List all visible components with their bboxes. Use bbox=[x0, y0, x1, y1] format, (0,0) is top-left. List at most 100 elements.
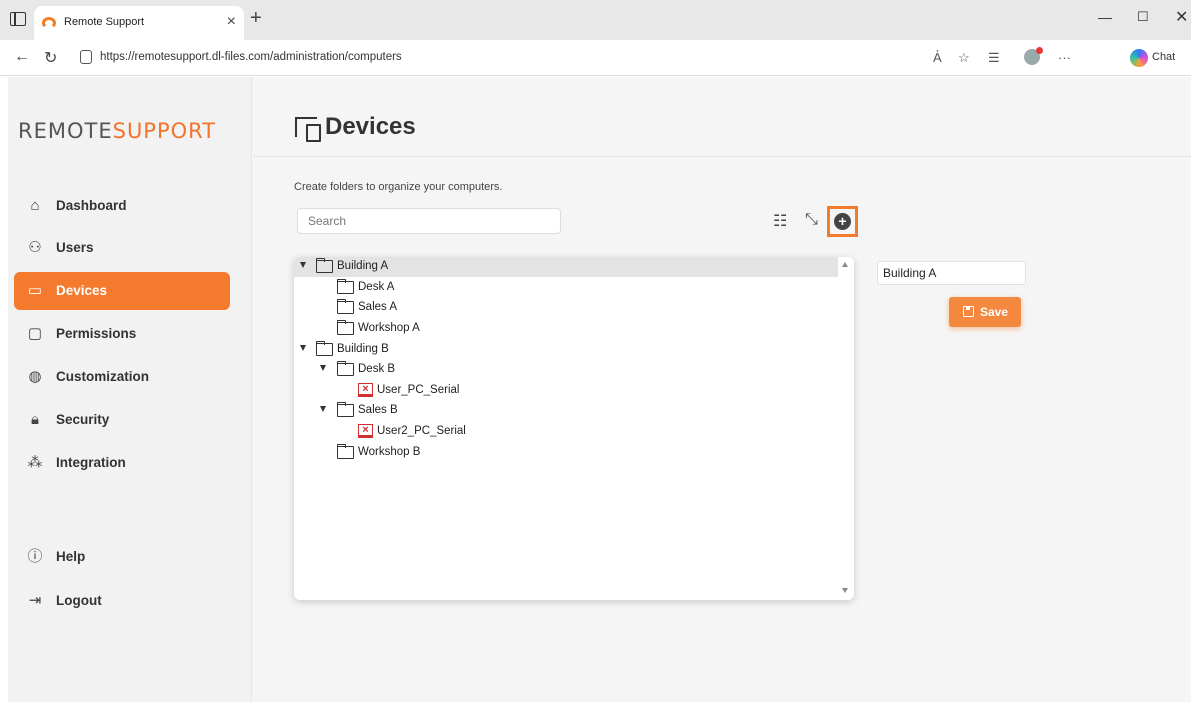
url-field[interactable]: https://remotesupport.dl-files.com/admin… bbox=[70, 46, 1070, 70]
chat-label: Chat bbox=[1152, 51, 1176, 63]
floppy-disk-icon bbox=[963, 306, 974, 317]
expand-arrow-icon[interactable] bbox=[300, 345, 306, 351]
copilot-chat-button[interactable]: Chat bbox=[1130, 48, 1191, 68]
sidebar-item-logout[interactable]: ⇥ Logout bbox=[14, 582, 230, 620]
sidebar-item-label: Help bbox=[56, 549, 86, 564]
page-title: Devices bbox=[325, 113, 416, 140]
sidebar-item-integration[interactable]: ⁂ Integration bbox=[14, 444, 230, 482]
back-icon[interactable]: ← bbox=[14, 48, 30, 66]
folder-icon bbox=[337, 401, 354, 417]
users-icon: ⚇ bbox=[28, 239, 42, 256]
tree-item[interactable]: Workshop B bbox=[294, 443, 838, 463]
page-description: Create folders to organize your computer… bbox=[294, 181, 503, 193]
sidebar-item-permissions[interactable]: ▢ Permissions bbox=[14, 315, 230, 353]
devices-icon bbox=[295, 117, 321, 142]
folder-icon bbox=[337, 319, 354, 335]
new-tab-icon[interactable]: + bbox=[250, 7, 262, 30]
copilot-icon bbox=[1130, 49, 1148, 67]
tree-item-label: Workshop B bbox=[358, 446, 421, 458]
offline-computer-icon: × bbox=[358, 424, 373, 438]
tab-close-icon[interactable]: × bbox=[227, 13, 236, 31]
page-header: Devices bbox=[253, 77, 1191, 157]
url-text: https://remotesupport.dl-files.com/admin… bbox=[100, 51, 402, 63]
save-button[interactable]: Save bbox=[949, 297, 1021, 327]
scroll-up-icon[interactable] bbox=[842, 262, 848, 267]
browser-tab[interactable]: Remote Support × bbox=[34, 6, 244, 40]
tree-item-label: User2_PC_Serial bbox=[377, 425, 466, 437]
folder-icon bbox=[337, 298, 354, 314]
favorite-star-icon[interactable]: ☆ bbox=[958, 50, 970, 66]
sidebar-item-label: Users bbox=[56, 240, 94, 255]
folder-icon bbox=[316, 257, 333, 273]
logout-icon: ⇥ bbox=[28, 592, 42, 609]
tree-item[interactable]: Workshop A bbox=[294, 319, 838, 339]
minimize-icon[interactable]: — bbox=[1098, 9, 1112, 25]
sidebar-item-dashboard[interactable]: ⌂ Dashboard bbox=[14, 187, 230, 225]
tree-item-label: Workshop A bbox=[358, 322, 420, 334]
tree-item[interactable]: Desk A bbox=[294, 278, 838, 298]
tree-item[interactable]: Sales A bbox=[294, 298, 838, 318]
browser-tab-bar: Remote Support × + — ☐ ✕ bbox=[0, 0, 1191, 40]
folder-icon bbox=[337, 360, 354, 376]
palette-icon: ◍ bbox=[28, 368, 42, 385]
sidebar-item-label: Logout bbox=[56, 593, 102, 608]
tree-item-label: Sales A bbox=[358, 301, 397, 313]
offline-computer-icon: × bbox=[358, 383, 373, 397]
tree-item[interactable]: × User2_PC_Serial bbox=[294, 422, 838, 442]
save-label: Save bbox=[980, 305, 1009, 319]
site-info-icon[interactable] bbox=[80, 50, 92, 64]
folder-icon bbox=[337, 278, 354, 294]
tree-item-label: User_PC_Serial bbox=[377, 384, 460, 396]
close-window-icon[interactable]: ✕ bbox=[1175, 7, 1188, 27]
tree-item-label: Building A bbox=[337, 260, 389, 272]
tree-item-label: Sales B bbox=[358, 404, 398, 416]
sidebar-item-label: Permissions bbox=[56, 326, 137, 341]
expand-arrow-icon[interactable] bbox=[320, 365, 326, 371]
profile-avatar[interactable] bbox=[1024, 47, 1043, 65]
tree-item-label: Building B bbox=[337, 343, 389, 355]
sidebar-item-devices[interactable]: ▭ Devices bbox=[14, 272, 230, 310]
collapse-all-icon[interactable]: ⤡ bbox=[805, 211, 818, 229]
sidebar: REMOTESUPPORT ⌂ Dashboard ⚇ Users ▭ Devi… bbox=[8, 77, 252, 702]
sidebar-item-customization[interactable]: ◍ Customization bbox=[14, 358, 230, 396]
home-icon: ⌂ bbox=[30, 197, 40, 214]
tab-title: Remote Support bbox=[64, 16, 145, 28]
sidebar-item-help[interactable]: ⓘ Help bbox=[14, 538, 230, 576]
folder-name-input[interactable] bbox=[877, 261, 1026, 285]
folder-icon bbox=[337, 443, 354, 459]
folder-permissions-icon: ▢ bbox=[27, 325, 43, 342]
tree-item[interactable]: × User_PC_Serial bbox=[294, 381, 838, 401]
expand-arrow-icon[interactable] bbox=[320, 406, 326, 412]
favorites-list-icon[interactable]: ☰ bbox=[988, 50, 1000, 66]
sidebar-item-users[interactable]: ⚇ Users bbox=[14, 229, 230, 267]
tree-item[interactable]: Sales B bbox=[294, 401, 838, 421]
expand-arrow-icon[interactable] bbox=[300, 262, 306, 268]
tree-item[interactable]: Building B bbox=[294, 340, 838, 360]
device-tree: Building A Desk A Sales A Workshop A Bui… bbox=[294, 257, 854, 600]
sidebar-item-label: Security bbox=[56, 412, 110, 427]
tree-item[interactable]: Desk B bbox=[294, 360, 838, 380]
help-icon: ⓘ bbox=[27, 548, 43, 565]
read-aloud-icon[interactable]: A᷾ bbox=[933, 50, 942, 65]
tree-item-label: Desk A bbox=[358, 281, 395, 293]
tab-actions-icon[interactable] bbox=[10, 12, 26, 26]
remotesupport-logo: REMOTESUPPORT bbox=[18, 119, 217, 143]
add-circle-icon: + bbox=[834, 213, 851, 230]
main-content: Devices Create folders to organize your … bbox=[253, 77, 1191, 702]
sidebar-item-label: Customization bbox=[56, 369, 149, 384]
network-icon: ⁂ bbox=[27, 454, 43, 471]
sidebar-item-label: Dashboard bbox=[56, 198, 127, 213]
maximize-icon[interactable]: ☐ bbox=[1137, 9, 1149, 25]
tree-item[interactable]: Building A bbox=[294, 257, 838, 277]
sidebar-item-security[interactable]: 🔒︎ Security bbox=[14, 401, 230, 439]
refresh-icon[interactable]: ↻ bbox=[44, 48, 57, 68]
scroll-down-icon[interactable] bbox=[842, 588, 848, 593]
tree-item-label: Desk B bbox=[358, 363, 396, 375]
devices-icon: ▭ bbox=[27, 282, 43, 299]
app-container: REMOTESUPPORT ⌂ Dashboard ⚇ Users ▭ Devi… bbox=[8, 77, 1191, 702]
search-input[interactable] bbox=[297, 208, 561, 234]
sidebar-item-label: Integration bbox=[56, 455, 126, 470]
filter-sliders-icon[interactable]: ☷ bbox=[773, 211, 787, 231]
add-folder-button[interactable]: + bbox=[827, 206, 858, 237]
more-options-icon[interactable]: ··· bbox=[1058, 50, 1071, 65]
